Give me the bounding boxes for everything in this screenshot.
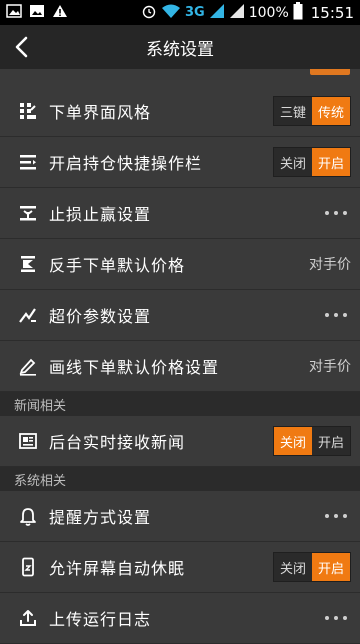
option-on[interactable]: 开启 [312, 427, 350, 455]
order-style-toggle[interactable]: 三键 传统 [273, 96, 351, 126]
warning-icon [52, 3, 68, 22]
background-news-toggle[interactable]: 关闭 开启 [273, 426, 351, 456]
signal-icon [209, 3, 225, 23]
setting-screen-sleep[interactable]: 允许屏幕自动休眠 关闭 开启 [0, 542, 360, 593]
setting-label: 开启持仓快捷操作栏 [49, 154, 203, 173]
setting-order-style[interactable]: 下单界面风格 三键 传统 [0, 86, 360, 137]
trend-icon [17, 304, 39, 326]
title-bar: 系统设置 [0, 25, 360, 69]
layout-icon [17, 100, 39, 122]
wifi-icon [161, 3, 181, 23]
status-bar: 3G 100% 15:51 [0, 0, 360, 25]
upload-icon [17, 607, 39, 629]
section-header-system: 系统相关 [0, 467, 360, 491]
setting-overprice-params[interactable]: 超价参数设置 [0, 290, 360, 341]
setting-label: 允许屏幕自动休眠 [49, 559, 186, 578]
setting-label: 下单界面风格 [49, 103, 152, 122]
alarm-icon [141, 3, 157, 23]
clock: 15:51 [310, 3, 354, 22]
setting-reminder-method[interactable]: 提醒方式设置 [0, 491, 360, 542]
page-title: 系统设置 [146, 39, 214, 60]
setting-upload-log[interactable]: 上传运行日志 [0, 593, 360, 644]
setting-background-news[interactable]: 后台实时接收新闻 关闭 开启 [0, 416, 360, 467]
scrolled-row [0, 69, 360, 87]
news-icon [17, 430, 39, 452]
option-three-key[interactable]: 三键 [274, 97, 312, 125]
list-icon [17, 151, 39, 173]
battery-icon [293, 1, 303, 24]
stop-profit-icon [17, 202, 39, 224]
setting-label: 上传运行日志 [49, 610, 152, 629]
more-icon [325, 616, 351, 620]
scrolled-toggle [310, 69, 350, 75]
section-header-news: 新闻相关 [0, 392, 360, 416]
screen-sleep-toggle[interactable]: 关闭 开启 [273, 552, 351, 582]
chevron-left-icon [15, 36, 28, 58]
settings-list: 下单界面风格 三键 传统 开启持仓快捷操作栏 关闭 开启 止损止赢设置 反手下单… [0, 86, 360, 644]
option-off[interactable]: 关闭 [274, 553, 312, 581]
setting-label: 止损止赢设置 [49, 205, 152, 224]
setting-reverse-order-price[interactable]: 反手下单默认价格 对手价 [0, 239, 360, 290]
setting-label: 超价参数设置 [49, 307, 152, 326]
image-icon [29, 3, 45, 22]
more-icon [325, 211, 351, 215]
battery-percent: 100% [248, 4, 289, 21]
option-traditional[interactable]: 传统 [312, 97, 350, 125]
setting-label: 画线下单默认价格设置 [49, 358, 220, 377]
setting-value: 对手价 [309, 257, 351, 273]
option-off[interactable]: 关闭 [274, 148, 312, 176]
signal-icon-2 [229, 3, 245, 23]
setting-stop-loss-profit[interactable]: 止损止赢设置 [0, 188, 360, 239]
option-on[interactable]: 开启 [312, 553, 350, 581]
setting-label: 反手下单默认价格 [49, 256, 186, 275]
phone-icon [17, 556, 39, 578]
bell-icon [17, 505, 39, 527]
setting-position-toolbar[interactable]: 开启持仓快捷操作栏 关闭 开启 [0, 137, 360, 188]
back-button[interactable] [8, 33, 36, 61]
setting-label: 提醒方式设置 [49, 508, 152, 527]
setting-value: 对手价 [309, 359, 351, 375]
gallery-icon [6, 3, 22, 22]
setting-label: 后台实时接收新闻 [49, 433, 186, 452]
option-on[interactable]: 开启 [312, 148, 350, 176]
setting-line-order-price[interactable]: 画线下单默认价格设置 对手价 [0, 341, 360, 392]
position-toolbar-toggle[interactable]: 关闭 开启 [273, 147, 351, 177]
option-off[interactable]: 关闭 [274, 427, 312, 455]
reverse-order-icon [17, 253, 39, 275]
more-icon [325, 514, 351, 518]
pencil-icon [17, 355, 39, 377]
more-icon [325, 313, 351, 317]
network-type: 3G [185, 5, 205, 20]
